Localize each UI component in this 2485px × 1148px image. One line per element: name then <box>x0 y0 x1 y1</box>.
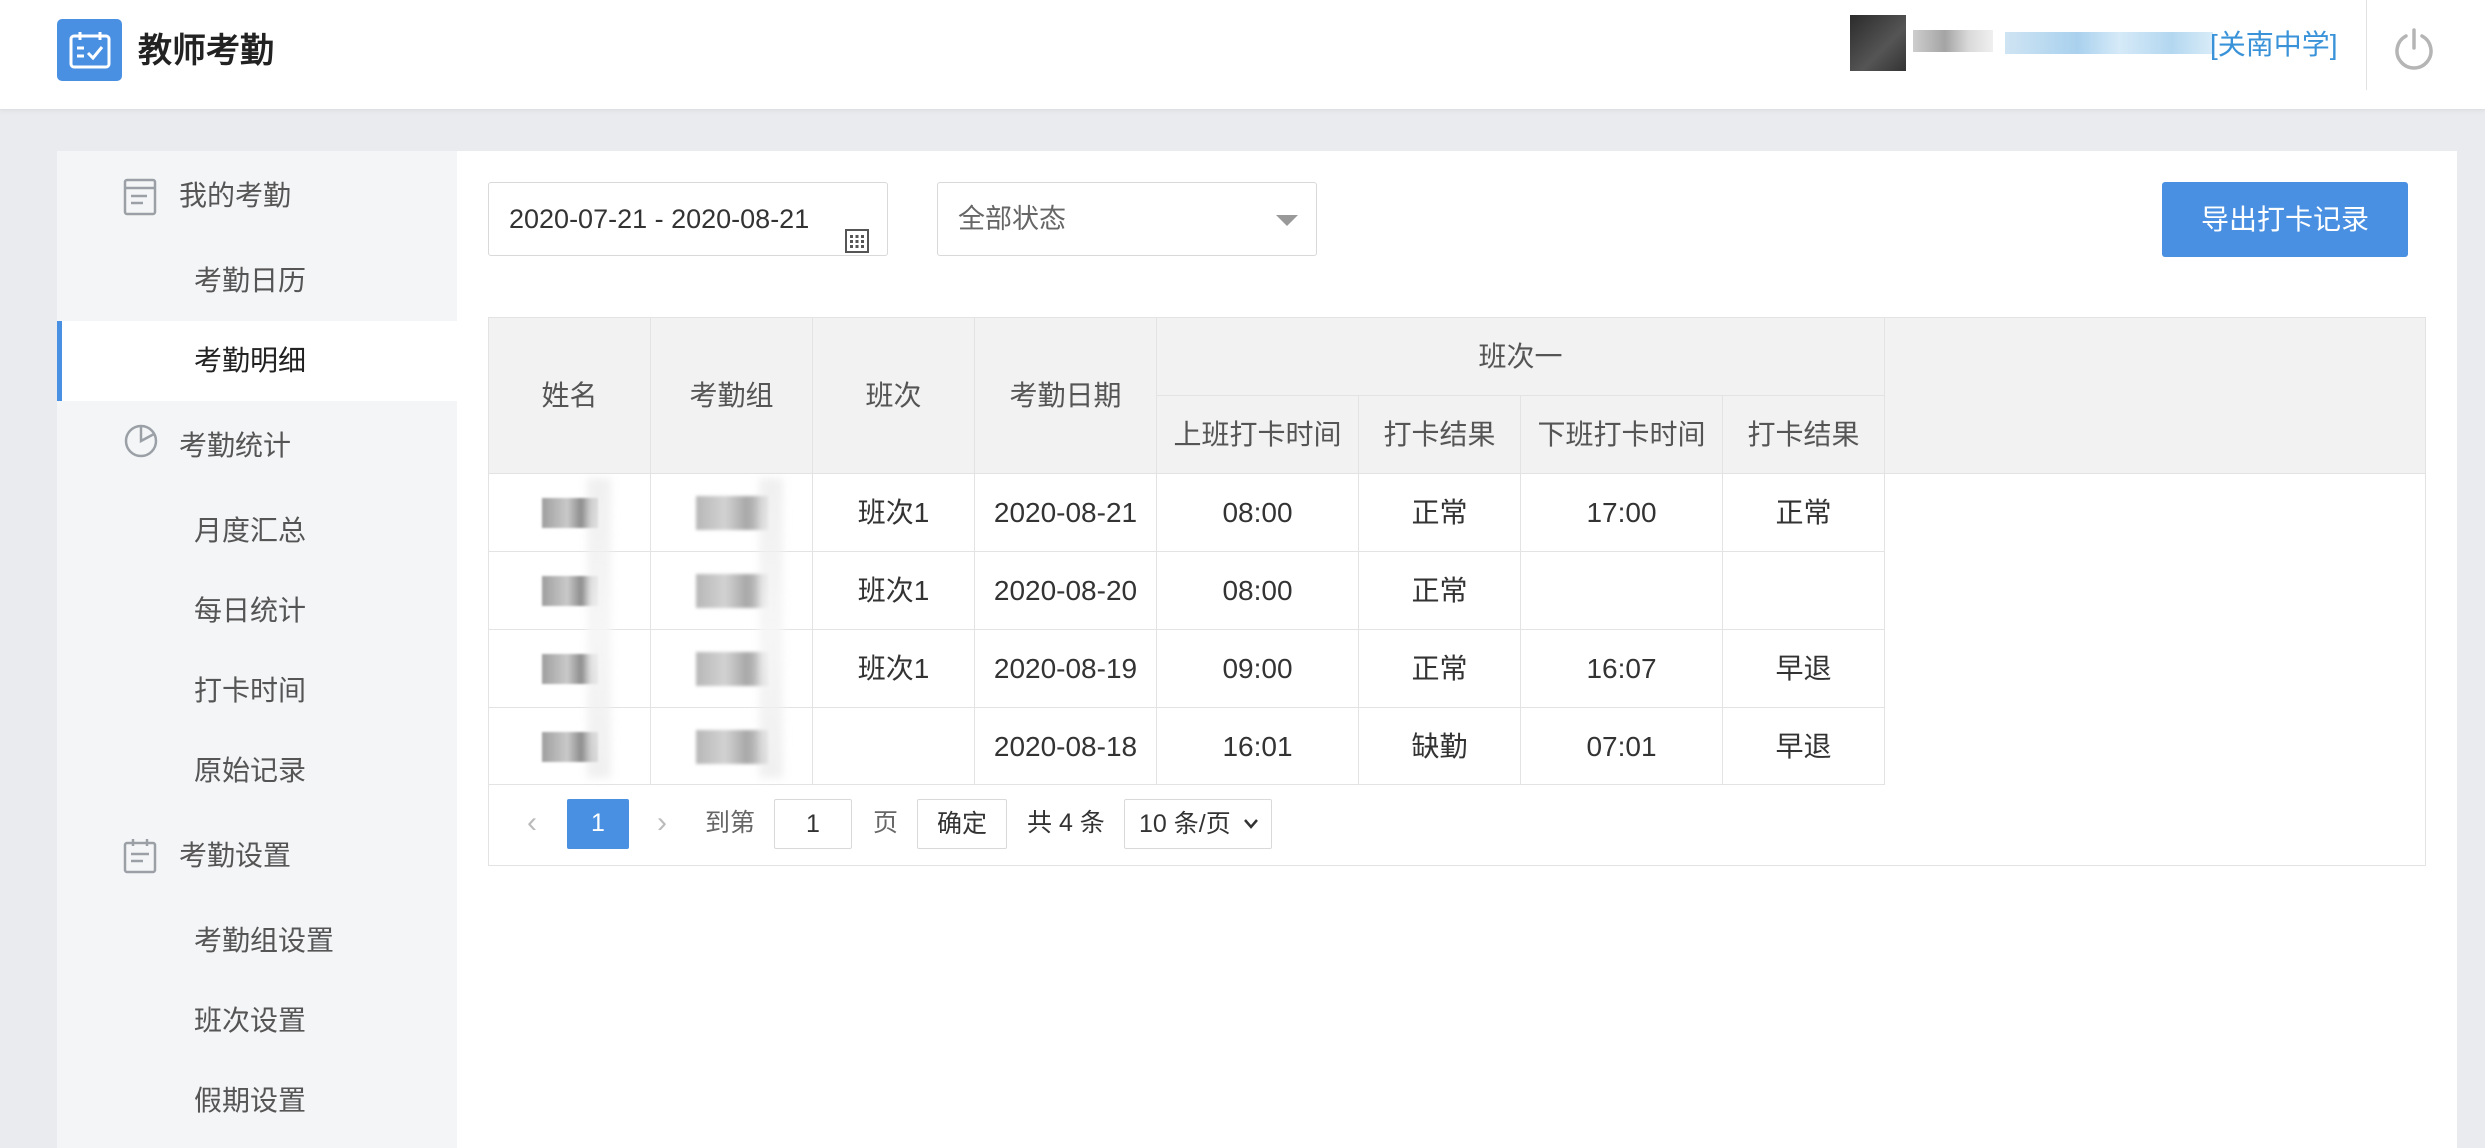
sidebar-group-label: 考勤设置 <box>179 840 292 871</box>
page-unit-label: 页 <box>873 809 899 837</box>
sidebar-item-shift-settings[interactable]: 班次设置 <box>57 981 457 1061</box>
header-shift-group: 班次一 <box>1157 318 1885 396</box>
goto-label: 到第 <box>705 809 756 837</box>
page-size-select[interactable]: 10 条/页 <box>1124 799 1272 849</box>
cell-out-time <box>1521 552 1723 630</box>
goto-page-input[interactable]: 1 <box>774 799 852 849</box>
settings-doc-icon <box>123 838 157 879</box>
sidebar: 我的考勤 考勤日历 考勤明细 考勤统计 月度汇总 每日统计 打卡时间 原始记录 … <box>57 151 457 1148</box>
sidebar-item-daily[interactable]: 每日统计 <box>57 571 457 651</box>
header-name: 姓名 <box>489 318 651 474</box>
date-range-value: 2020-07-21 - 2020-08-21 <box>509 204 810 234</box>
cell-in-result: 正常 <box>1359 552 1521 630</box>
cell-shift: 班次1 <box>813 474 975 552</box>
cell-date: 2020-08-19 <box>975 630 1157 708</box>
cell-group-redacted <box>651 552 813 630</box>
cell-in-result: 正常 <box>1359 630 1521 708</box>
user-name-redacted <box>1913 30 1993 52</box>
chevron-down-icon <box>1276 215 1298 226</box>
cell-in-result: 正常 <box>1359 474 1521 552</box>
sidebar-group-label: 我的考勤 <box>179 180 292 211</box>
cell-name-redacted <box>489 630 651 708</box>
main-content: 2020-07-21 - 2020-08-21 全部状态 导出打卡记录 姓名 考… <box>457 151 2457 1148</box>
cell-shift <box>813 708 975 785</box>
app-logo <box>57 19 122 81</box>
cell-group-redacted <box>651 474 813 552</box>
cell-in-time: 08:00 <box>1157 552 1359 630</box>
cell-in-time: 08:00 <box>1157 474 1359 552</box>
sidebar-item-holiday-settings[interactable]: 假期设置 <box>57 1061 457 1141</box>
cell-in-result: 缺勤 <box>1359 708 1521 785</box>
confirm-button[interactable]: 确定 <box>917 799 1007 849</box>
status-select-value: 全部状态 <box>958 204 1066 234</box>
header-in-result: 打卡结果 <box>1359 396 1521 474</box>
calendar-grid-icon[interactable] <box>845 208 869 280</box>
cell-in-time: 16:01 <box>1157 708 1359 785</box>
cell-out-time: 07:01 <box>1521 708 1723 785</box>
status-select[interactable]: 全部状态 <box>937 182 1317 256</box>
attendance-table: 姓名 考勤组 班次 考勤日期 班次一 上班打卡时间 打卡结果 下班打卡时间 打卡… <box>488 317 2426 866</box>
header-divider <box>2366 0 2367 90</box>
cell-out-result: 早退 <box>1723 708 1885 785</box>
page-1-button[interactable]: 1 <box>567 799 629 849</box>
date-range-picker[interactable]: 2020-07-21 - 2020-08-21 <box>488 182 888 256</box>
cell-date: 2020-08-20 <box>975 552 1157 630</box>
redacted-group <box>696 496 768 530</box>
sidebar-group-settings[interactable]: 考勤设置 <box>57 811 457 901</box>
redaction-strip <box>587 478 611 778</box>
cell-shift: 班次1 <box>813 552 975 630</box>
redacted-group <box>696 574 768 608</box>
app-title: 教师考勤 <box>138 31 274 71</box>
sidebar-item-group-settings[interactable]: 考勤组设置 <box>57 901 457 981</box>
sidebar-item-calendar[interactable]: 考勤日历 <box>57 241 457 321</box>
sidebar-item-monthly[interactable]: 月度汇总 <box>57 491 457 571</box>
cell-group-redacted <box>651 708 813 785</box>
cell-out-result <box>1723 552 1885 630</box>
export-records-button[interactable]: 导出打卡记录 <box>2162 182 2408 257</box>
header-out-result: 打卡结果 <box>1723 396 1885 474</box>
cell-date: 2020-08-18 <box>975 708 1157 785</box>
sidebar-item-detail[interactable]: 考勤明细 <box>57 321 457 401</box>
next-page-button[interactable]: › <box>647 799 677 849</box>
redacted-group <box>696 730 768 764</box>
sidebar-item-punch-time[interactable]: 打卡时间 <box>57 651 457 731</box>
calendar-check-icon <box>69 32 111 69</box>
header-date: 考勤日期 <box>975 318 1157 474</box>
cell-group-redacted <box>651 630 813 708</box>
header-out-time: 下班打卡时间 <box>1521 396 1723 474</box>
sidebar-group-my-attendance[interactable]: 我的考勤 <box>57 151 457 241</box>
prev-page-button[interactable]: ‹ <box>517 799 547 849</box>
cell-out-time: 16:07 <box>1521 630 1723 708</box>
pie-chart-icon <box>123 423 159 464</box>
page-size-value: 10 条/页 <box>1139 810 1231 838</box>
cell-out-result: 正常 <box>1723 474 1885 552</box>
pagination: ‹ 1 › 到第 1 页 确定 共 4 条 10 条/页 <box>489 784 2425 866</box>
cell-out-result: 早退 <box>1723 630 1885 708</box>
school-name[interactable]: [关南中学] <box>2210 25 2338 65</box>
avatar[interactable] <box>1850 15 1906 71</box>
chevron-down-icon <box>1244 819 1258 829</box>
cell-name-redacted <box>489 552 651 630</box>
sidebar-item-raw-records[interactable]: 原始记录 <box>57 731 457 811</box>
header-group: 考勤组 <box>651 318 813 474</box>
cell-date: 2020-08-21 <box>975 474 1157 552</box>
header-shift: 班次 <box>813 318 975 474</box>
redaction-strip <box>759 478 783 778</box>
school-prefix-redacted <box>2005 32 2213 54</box>
cell-out-time: 17:00 <box>1521 474 1723 552</box>
cell-in-time: 09:00 <box>1157 630 1359 708</box>
top-header: 教师考勤 [关南中学] <box>0 0 2485 110</box>
header-in-time: 上班打卡时间 <box>1157 396 1359 474</box>
cell-name-redacted <box>489 708 651 785</box>
sidebar-group-label: 考勤统计 <box>179 430 292 461</box>
cell-shift: 班次1 <box>813 630 975 708</box>
document-icon <box>123 178 157 221</box>
cell-name-redacted <box>489 474 651 552</box>
redacted-group <box>696 652 768 686</box>
total-count: 共 4 条 <box>1027 809 1105 837</box>
power-icon[interactable] <box>2392 27 2436 76</box>
sidebar-group-statistics[interactable]: 考勤统计 <box>57 401 457 491</box>
